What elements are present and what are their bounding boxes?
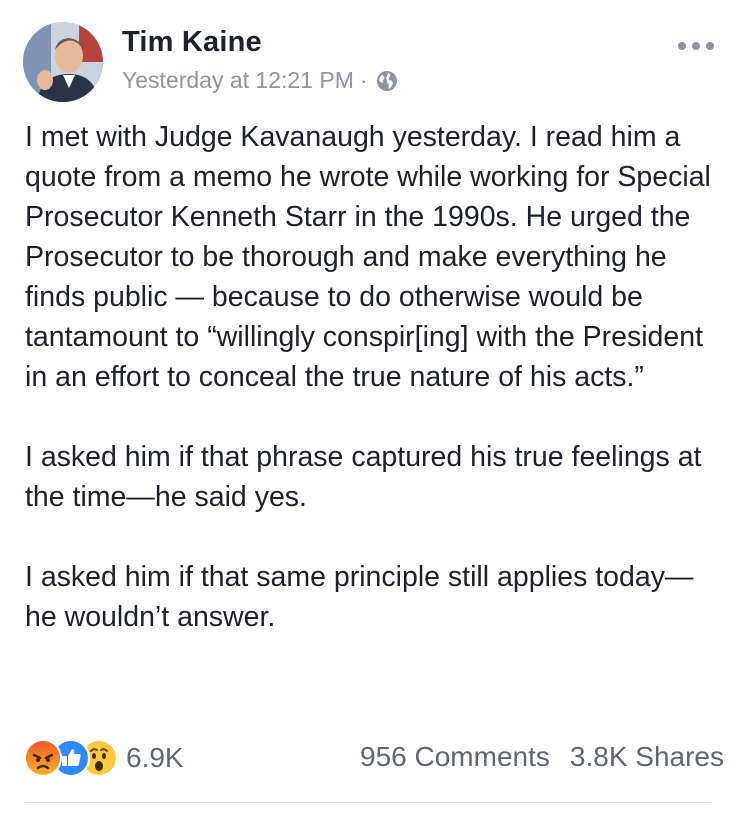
post-timestamp[interactable]: Yesterday at 12:21 PM [122,67,354,94]
dot-3 [706,42,714,50]
post-paragraph-2: I asked him if that phrase captured his … [25,441,702,513]
author-avatar[interactable] [23,22,103,102]
facebook-post: Tim Kaine Yesterday at 12:21 PM · I met … [0,0,736,824]
engagement-counts: 956 Comments 3.8K Shares [360,741,724,773]
dot-2 [692,42,700,50]
post-body: I met with Judge Kavanaugh yesterday. I … [25,117,725,637]
reactions-summary[interactable]: 6.9K [24,739,184,777]
post-meta: Yesterday at 12:21 PM · [122,67,398,94]
post-paragraph-3: I asked him if that same principle still… [25,561,694,633]
angry-reaction-icon [24,739,62,777]
shares-count-link[interactable]: 3.8K Shares [570,741,724,773]
author-name[interactable]: Tim Kaine [122,26,262,59]
globe-icon[interactable] [376,70,398,92]
avatar-image [23,22,103,102]
more-options-icon[interactable] [678,40,714,52]
meta-separator: · [359,67,368,93]
post-paragraph-1: I met with Judge Kavanaugh yesterday. I … [25,121,711,393]
comments-count-link[interactable]: 956 Comments [360,741,550,773]
reaction-count: 6.9K [126,742,184,773]
dot-1 [678,42,686,50]
divider [25,802,711,803]
